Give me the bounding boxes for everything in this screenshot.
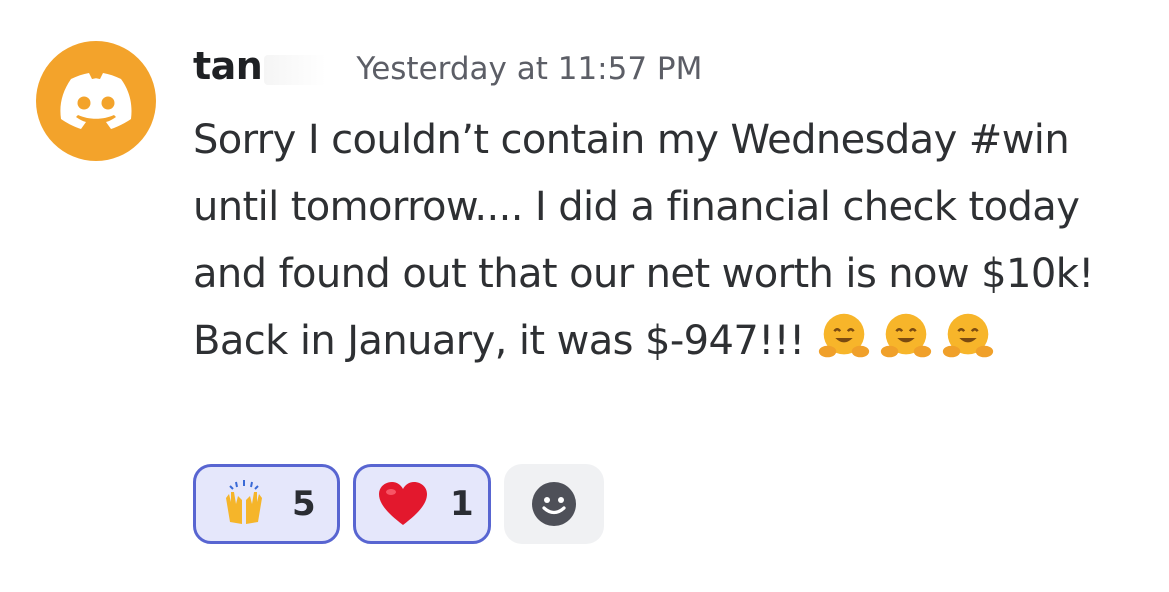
add-reaction-button[interactable]: [504, 464, 604, 544]
username[interactable]: tan: [193, 44, 263, 88]
raising-hands-icon: [218, 478, 270, 530]
avatar[interactable]: [36, 41, 156, 161]
message-content: Sorry I couldn’t contain my Wednesday #w…: [193, 107, 1153, 375]
red-heart-icon: [378, 478, 428, 530]
message-header: tan Yesterday at 11:57 PM: [193, 44, 702, 94]
hugging-face-icon: [818, 313, 869, 358]
smile-add-reaction-icon: [532, 482, 576, 526]
reaction-raising-hands[interactable]: 5: [193, 464, 340, 544]
reaction-count: 1: [450, 484, 474, 524]
chat-message: tan Yesterday at 11:57 PM Sorry I couldn…: [0, 0, 1169, 592]
reactions-bar: 5 1: [193, 464, 604, 544]
hugging-face-icon: [880, 313, 931, 358]
emoji-group: [815, 308, 997, 366]
discord-logo-icon: [60, 73, 132, 129]
hugging-face-icon: [942, 313, 993, 358]
timestamp[interactable]: Yesterday at 11:57 PM: [356, 51, 702, 87]
redacted-username-area: [264, 55, 327, 85]
reaction-heart[interactable]: 1: [353, 464, 491, 544]
reaction-count: 5: [292, 484, 316, 524]
